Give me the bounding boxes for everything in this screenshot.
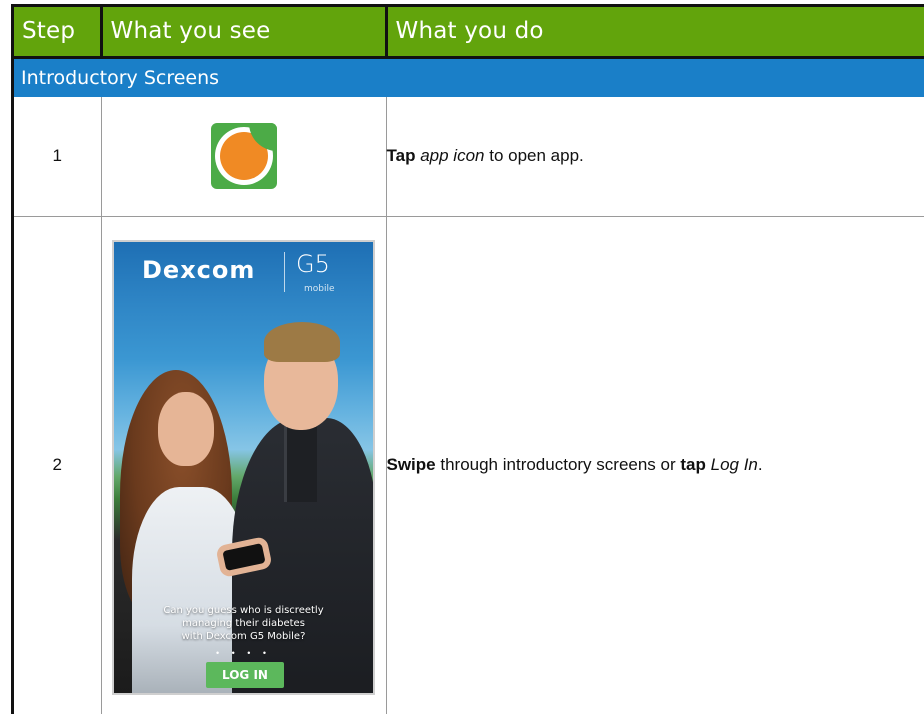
instruction-target: app icon bbox=[420, 146, 485, 166]
brand-divider bbox=[284, 251, 285, 292]
step-number: 1 bbox=[14, 97, 102, 217]
dexcom-app-icon bbox=[210, 123, 277, 190]
woman-face bbox=[158, 391, 214, 466]
section-row: Introductory Screens bbox=[14, 55, 924, 97]
instruction-verb-2: tap bbox=[680, 455, 706, 475]
caption-line: Can you guess who is discreetly bbox=[163, 604, 324, 616]
header-what-you-do: What you do bbox=[386, 7, 924, 57]
man-shirt bbox=[284, 421, 317, 502]
step-number: 2 bbox=[14, 216, 102, 714]
section-title: Introductory Screens bbox=[14, 55, 924, 97]
product-name: G5 bbox=[296, 249, 330, 278]
caption-line: managing their diabetes bbox=[182, 617, 305, 629]
header-step: Step bbox=[14, 7, 103, 57]
instruction-verb: Tap bbox=[386, 146, 416, 166]
table-row: 2 Dexcom G5 mobile Can you guess who is … bbox=[14, 216, 924, 714]
header-row: Step What you see What you do bbox=[14, 7, 924, 57]
instruction-end: . bbox=[757, 455, 763, 475]
instruction-target: Log In bbox=[710, 455, 758, 475]
steps-table: Step What you see What you do Introducto… bbox=[14, 7, 924, 714]
man-hair bbox=[264, 321, 340, 362]
step-instruction: Tap app icon to open app. bbox=[386, 97, 924, 217]
table-row: 1 Tap app icon to open app. bbox=[14, 97, 924, 217]
header-what-you-see: What you see bbox=[101, 7, 388, 57]
step-visual: Dexcom G5 mobile Can you guess who is di… bbox=[101, 216, 387, 714]
page-indicator-dots: • • • • bbox=[215, 647, 272, 658]
product-subtitle: mobile bbox=[304, 283, 335, 294]
login-button[interactable]: LOG IN bbox=[206, 661, 284, 688]
intro-caption: Can you guess who is discreetly managing… bbox=[114, 604, 373, 643]
intro-screen-screenshot: Dexcom G5 mobile Can you guess who is di… bbox=[112, 239, 375, 695]
brand-logo: Dexcom bbox=[142, 255, 256, 284]
instruction-verb: Swipe bbox=[386, 455, 436, 475]
caption-line: with Dexcom G5 Mobile? bbox=[181, 630, 306, 642]
step-visual bbox=[101, 97, 387, 217]
step-instruction: Swipe through introductory screens or ta… bbox=[386, 216, 924, 714]
instruction-mid: through introductory screens or bbox=[440, 455, 676, 475]
instruction-rest: to open app. bbox=[489, 146, 584, 166]
